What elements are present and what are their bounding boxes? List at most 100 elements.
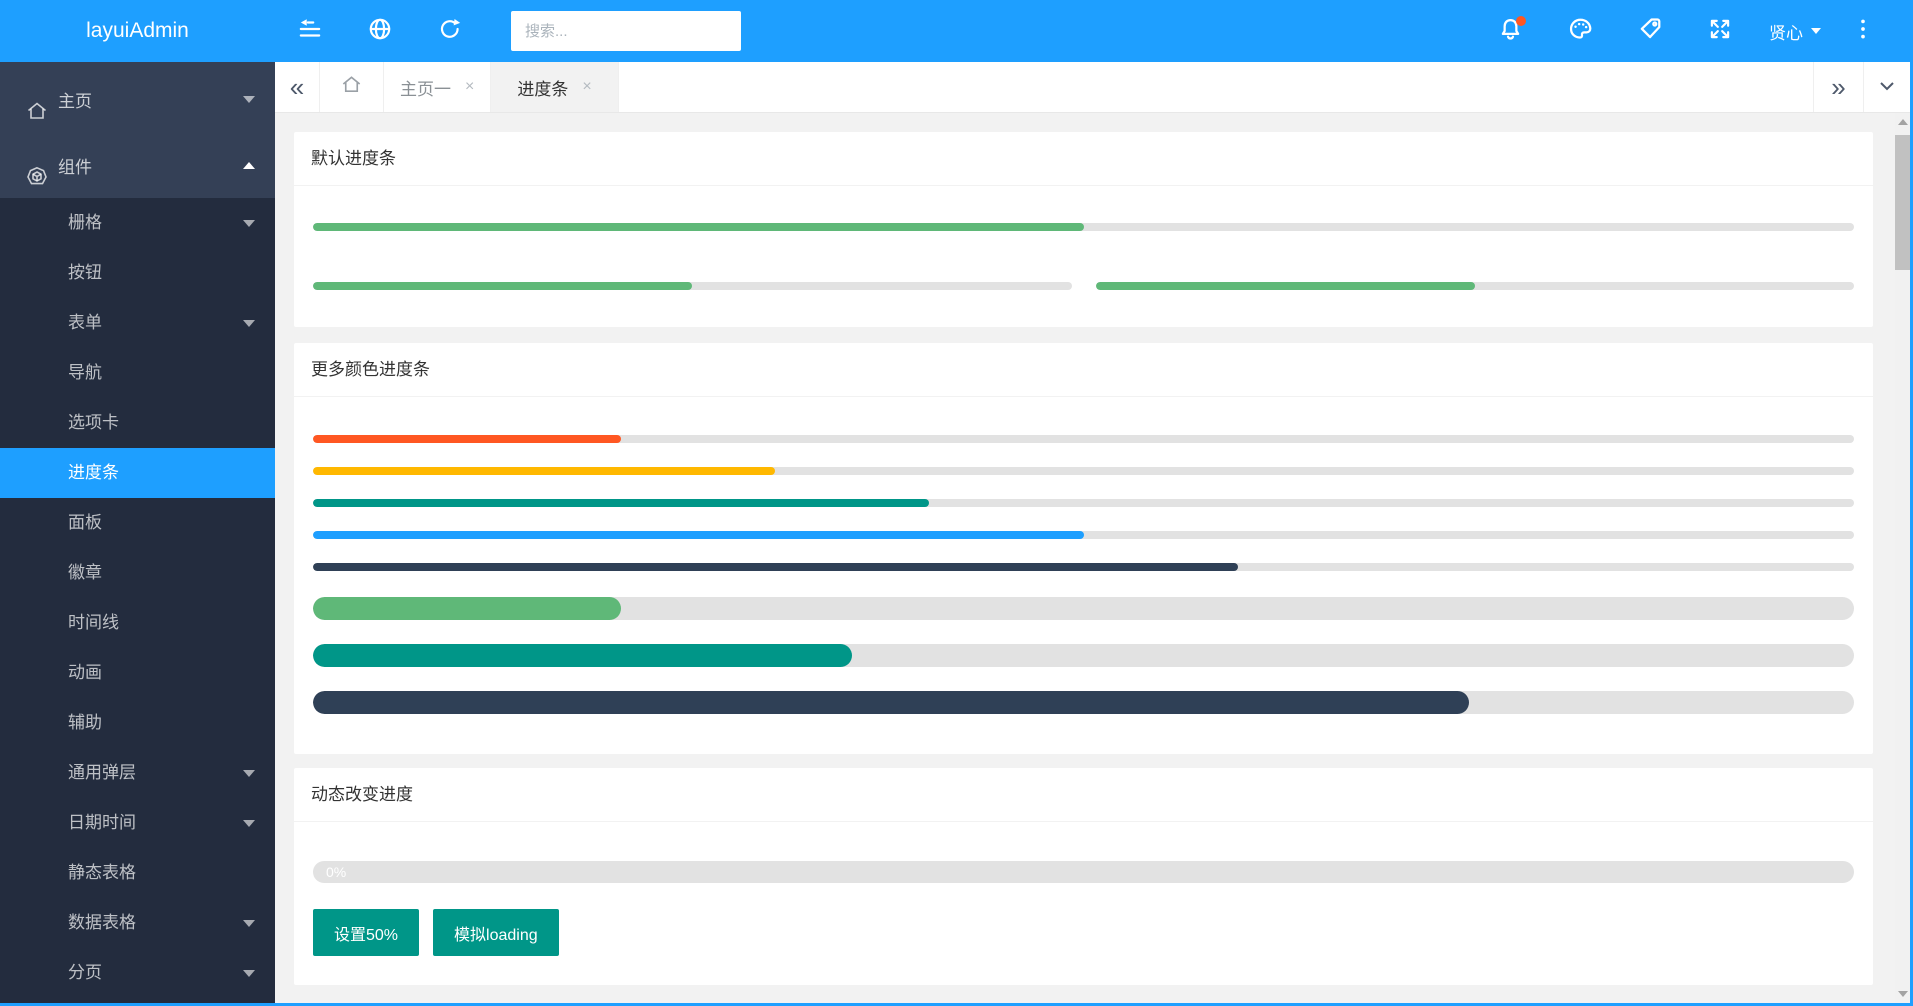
tabs-scroll-right-button[interactable]: » (1813, 62, 1863, 112)
header-right-group: 贤心 (1475, 0, 1891, 62)
top-header: 贤心 (275, 0, 1913, 62)
sidebar-subitem[interactable]: 栅格 (0, 198, 275, 248)
card-default-progress: 默认进度条 (294, 132, 1873, 327)
progress-percent-label: 0% (326, 861, 346, 883)
sidebar-subitem-label: 徽章 (68, 563, 102, 582)
progress-bar-big-cyan (313, 691, 1854, 714)
sidebar-subitem-label: 数据表格 (68, 913, 136, 932)
chevron-down-icon (243, 320, 255, 327)
scrollbar-up-arrow[interactable] (1895, 113, 1910, 131)
simulate-loading-button[interactable]: 模拟loading (433, 909, 559, 956)
tabs-scroll-left-button[interactable]: « (275, 62, 320, 112)
home-tab-button[interactable] (320, 62, 384, 112)
fullscreen-icon (1707, 16, 1733, 47)
card-dynamic-progress: 动态改变进度 0% 设置50% 模拟loading (294, 768, 1873, 985)
sidebar-subitem[interactable]: 徽章 (0, 548, 275, 598)
refresh-icon (437, 16, 463, 47)
fullscreen-button[interactable] (1685, 0, 1755, 62)
progress-bar (1096, 282, 1855, 290)
palette-icon (1567, 15, 1594, 47)
sidebar-subitem-label: 分页 (68, 963, 102, 982)
chevron-down-icon (243, 920, 255, 927)
tag-icon (1637, 15, 1664, 47)
sidebar-subitem-label: 进度条 (68, 463, 119, 482)
card-title: 动态改变进度 (294, 768, 1873, 822)
refresh-button[interactable] (415, 0, 485, 62)
tab-homepage1[interactable]: 主页一 × (384, 62, 491, 112)
website-button[interactable] (345, 0, 415, 62)
sidebar-subitem-label: 选项卡 (68, 413, 119, 432)
sidebar-subitem-label: 辅助 (68, 713, 102, 732)
sidebar-subitem-label: 栅格 (68, 213, 102, 232)
chevron-down-icon (243, 770, 255, 777)
chevron-down-icon (1811, 28, 1821, 34)
vertical-scrollbar[interactable] (1895, 113, 1910, 1003)
progress-bar-blue (313, 531, 1854, 539)
sidebar-subitem[interactable]: 面板 (0, 498, 275, 548)
search-input[interactable] (511, 11, 741, 51)
chevron-down-icon (243, 970, 255, 977)
double-chevron-left-icon: « (290, 74, 304, 100)
tab-label: 主页一 (400, 75, 451, 100)
card-title: 更多颜色进度条 (294, 343, 1873, 397)
sidebar-subitem[interactable]: 选项卡 (0, 398, 275, 448)
sidebar-subitem[interactable]: 数据表格 (0, 898, 275, 948)
scrollbar-down-arrow[interactable] (1895, 985, 1910, 1003)
chevron-down-icon (1879, 78, 1895, 96)
sidebar-item-label: 组件 (58, 153, 92, 178)
app-logo: layuiAdmin (0, 0, 275, 62)
scrollbar-thumb[interactable] (1895, 135, 1910, 270)
sidebar-subitem[interactable]: 按钮 (0, 248, 275, 298)
chevron-down-icon (243, 96, 255, 103)
home-icon (340, 73, 363, 101)
progress-bar-green (313, 499, 1854, 507)
sidebar-subitem-label: 时间线 (68, 613, 119, 632)
sidebar-subitem-label: 静态表格 (68, 863, 136, 882)
double-chevron-right-icon: » (1831, 74, 1845, 100)
progress-bar (313, 282, 1072, 290)
sidebar-subitem-label: 通用弹层 (68, 763, 136, 782)
sidebar-item-home[interactable]: 主页 (0, 66, 275, 132)
progress-bar-dynamic: 0% (313, 861, 1854, 883)
tabbar-right-controls: » (1813, 62, 1910, 112)
sidebar-subitem[interactable]: 分页 (0, 948, 275, 998)
sidebar-nav: 主页 组件 栅格 按钮 (0, 62, 275, 1006)
tabs-menu-button[interactable] (1863, 62, 1910, 112)
progress-bar (313, 223, 1854, 231)
user-menu[interactable]: 贤心 (1755, 0, 1835, 62)
sidebar-subitem[interactable]: 表单 (0, 298, 275, 348)
notification-dot-badge (1516, 16, 1526, 26)
sidebar-item-components[interactable]: 组件 (0, 132, 275, 198)
progress-bar-cyan (313, 563, 1854, 571)
set-50-percent-button[interactable]: 设置50% (313, 909, 419, 956)
collapse-sidebar-button[interactable] (275, 0, 345, 62)
sidebar-subitem[interactable]: 进度条 (0, 448, 275, 498)
sidebar-subitem[interactable]: 静态表格 (0, 848, 275, 898)
sidebar-subitem[interactable]: 时间线 (0, 598, 275, 648)
main-content: 默认进度条 更多颜色进度条 动态改 (275, 113, 1895, 1003)
more-button[interactable] (1835, 0, 1891, 62)
sidebar-subitem[interactable]: 通用弹层 (0, 748, 275, 798)
sidebar-subitem[interactable]: 动画 (0, 648, 275, 698)
sidebar-subitem[interactable]: 导航 (0, 348, 275, 398)
shrink-right-icon (297, 16, 323, 47)
progress-bar-red (313, 435, 1854, 443)
chevron-up-icon (243, 162, 255, 169)
close-icon[interactable]: × (582, 78, 591, 96)
note-button[interactable] (1615, 0, 1685, 62)
sidebar-subitem-label: 动画 (68, 663, 102, 682)
chevron-down-icon (243, 220, 255, 227)
sidebar-top-level: 主页 组件 (0, 62, 275, 198)
close-icon[interactable]: × (465, 78, 474, 96)
sidebar-subitem[interactable]: 日期时间 (0, 798, 275, 848)
tab-label: 进度条 (517, 75, 568, 100)
notifications-button[interactable] (1475, 0, 1545, 62)
theme-button[interactable] (1545, 0, 1615, 62)
tab-progress-active[interactable]: 进度条 × (491, 62, 618, 112)
page-tabbar: « 主页一 × 进度条 × » (275, 62, 1910, 113)
username: 贤心 (1769, 19, 1803, 44)
sidebar-submenu: 栅格 按钮 表单 导航 选项卡 进度条 面板 (0, 198, 275, 998)
sidebar-subitem[interactable]: 辅助 (0, 698, 275, 748)
layuiadmin-window: layuiAdmin (0, 0, 1913, 1006)
more-dots-icon (1850, 16, 1876, 47)
